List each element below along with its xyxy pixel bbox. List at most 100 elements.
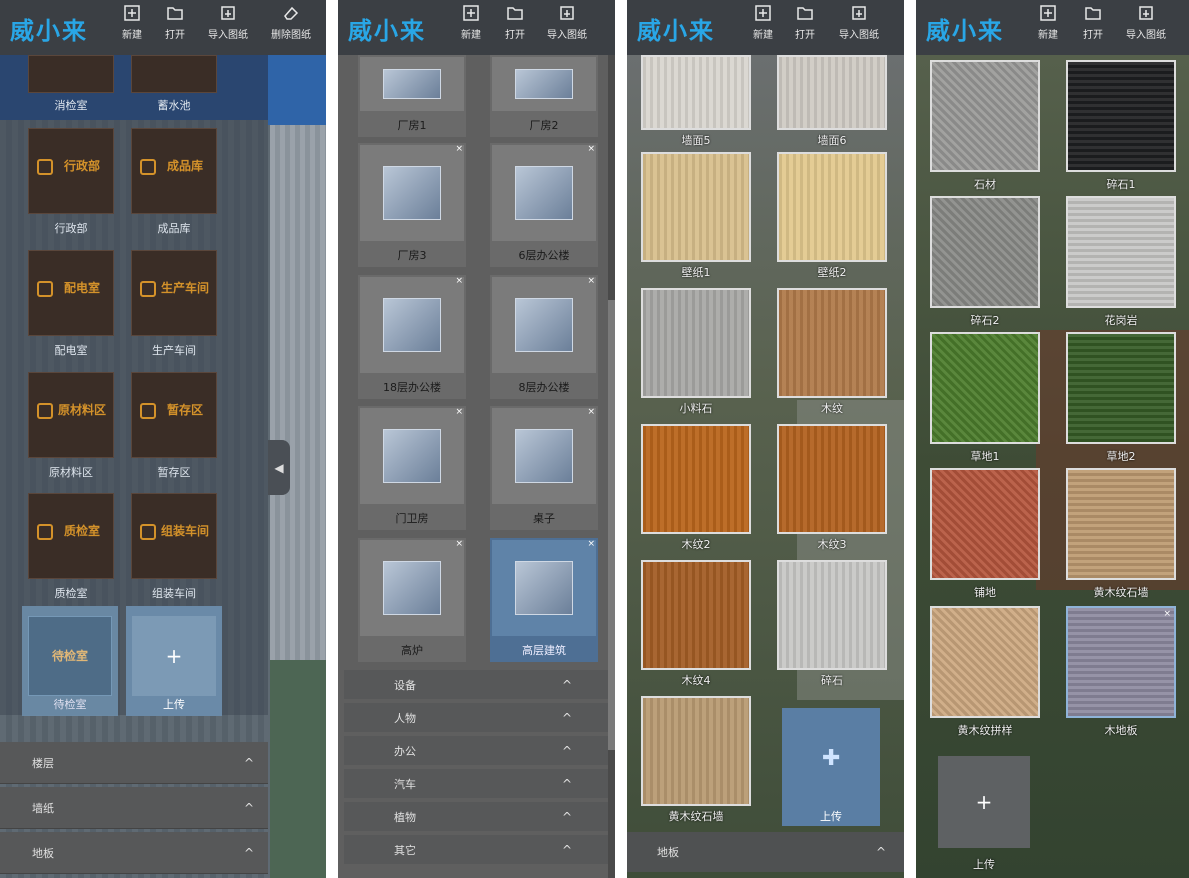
close-icon[interactable]: × (587, 407, 595, 417)
section-header[interactable]: 人物 ^ (344, 703, 608, 732)
section-header[interactable]: 办公 ^ (344, 736, 608, 765)
sign-card[interactable]: 成品库 (131, 128, 217, 214)
texture-tile[interactable] (777, 55, 887, 130)
sign-card[interactable]: 组装车间 (131, 493, 217, 579)
model-label: 门卫房 (395, 512, 429, 525)
new-icon (1040, 5, 1056, 21)
model-card[interactable]: × 8层办公楼 (490, 275, 598, 399)
texture-tile[interactable] (930, 332, 1040, 444)
texture-label: 壁纸2 (817, 266, 847, 279)
texture-tile[interactable] (1066, 196, 1176, 308)
section-label: 人物 (394, 711, 416, 725)
collapse-handle[interactable]: ◀ (268, 440, 290, 495)
texture-tile[interactable] (930, 60, 1040, 172)
close-icon[interactable]: × (587, 144, 595, 154)
model-card[interactable]: × 门卫房 (358, 406, 466, 530)
model-card[interactable]: × 18层办公楼 (358, 275, 466, 399)
section-header[interactable]: 设备 ^ (344, 670, 608, 699)
chevron-up-icon: ^ (561, 710, 572, 725)
sign-card[interactable]: 行政部 (28, 128, 114, 214)
open-button[interactable]: 打开 (145, 4, 205, 41)
model-label: 高炉 (401, 644, 423, 657)
sign-card[interactable]: 暂存区 (131, 372, 217, 458)
texture-tile[interactable] (641, 696, 751, 806)
model-card[interactable]: 厂房2 (490, 55, 598, 137)
texture-tile[interactable] (641, 560, 751, 670)
sign-card[interactable]: 原材料区 (28, 372, 114, 458)
import-button[interactable]: 导入图纸 (537, 4, 597, 41)
selected-sign-text: 待检室 (51, 649, 88, 663)
open-button[interactable]: 打开 (775, 4, 835, 41)
import-button[interactable]: 导入图纸 (1116, 4, 1176, 41)
delete-button[interactable]: 删除图纸 (261, 4, 321, 41)
import-button[interactable]: 导入图纸 (829, 4, 889, 41)
texture-tile[interactable] (641, 424, 751, 534)
section-header[interactable]: 墙纸 ^ (0, 787, 268, 829)
close-icon[interactable]: × (455, 407, 463, 417)
model-card[interactable]: 厂房1 (358, 55, 466, 137)
upload-button[interactable]: + 上传 (126, 606, 222, 716)
close-icon[interactable]: × (587, 539, 595, 549)
texture-tile[interactable] (1066, 60, 1176, 172)
upload-tile[interactable]: + 上传 (938, 756, 1030, 878)
model-card[interactable]: × 6层办公楼 (490, 143, 598, 267)
close-icon[interactable]: × (455, 144, 463, 154)
open-button[interactable]: 打开 (485, 4, 545, 41)
chevron-up-icon: ^ (561, 776, 572, 791)
upload-tile[interactable]: ✚ 上传 (782, 708, 880, 826)
close-icon[interactable]: × (455, 539, 463, 549)
close-icon[interactable]: × (587, 276, 595, 286)
texture-label: 草地2 (1106, 450, 1136, 463)
selected-item[interactable]: 待检室 待检室 (22, 606, 118, 716)
section-header[interactable]: 植物 ^ (344, 802, 608, 831)
section-label: 墙纸 (32, 801, 54, 815)
section-header[interactable]: 汽车 ^ (344, 769, 608, 798)
texture-label: 木纹3 (817, 538, 847, 551)
model-card[interactable]: × 厂房3 (358, 143, 466, 267)
app-logo: 威小来 (348, 17, 426, 45)
texture-tile[interactable] (930, 606, 1040, 718)
sign-top-1[interactable] (28, 55, 114, 93)
model-thumbnail (492, 540, 596, 636)
close-icon[interactable]: × (455, 276, 463, 286)
texture-tile[interactable] (641, 55, 751, 130)
sign-label: 组装车间 (152, 587, 196, 600)
texture-label: 黄木纹石墙 (668, 810, 724, 823)
open-button[interactable]: 打开 (1063, 4, 1123, 41)
section-header[interactable]: 楼层 ^ (0, 742, 268, 784)
texture-tile[interactable]: × (1066, 606, 1176, 718)
sign-card[interactable]: 配电室 (28, 250, 114, 336)
folder-icon (507, 7, 523, 20)
import-label: 导入图纸 (547, 30, 587, 41)
sign-top-2[interactable] (131, 55, 217, 93)
texture-tile[interactable] (930, 468, 1040, 580)
section-floor[interactable]: 地板 ^ (627, 832, 904, 872)
texture-tile[interactable] (777, 288, 887, 398)
model-card[interactable]: × 桌子 (490, 406, 598, 530)
texture-tile[interactable] (641, 288, 751, 398)
scrollbar-thumb[interactable] (608, 300, 615, 750)
model-card[interactable]: × 高炉 (358, 538, 466, 662)
texture-tile[interactable] (641, 152, 751, 262)
texture-tile[interactable] (930, 196, 1040, 308)
close-icon[interactable]: × (1163, 609, 1171, 619)
import-icon (852, 6, 866, 20)
model-shape (514, 68, 574, 100)
import-button[interactable]: 导入图纸 (198, 4, 258, 41)
texture-tile[interactable] (1066, 332, 1176, 444)
selected-sign: 待检室 (28, 616, 112, 696)
texture-tile[interactable] (1066, 468, 1176, 580)
model-card[interactable]: × 高层建筑 (490, 538, 598, 662)
model-thumbnail (492, 277, 596, 373)
sign-card[interactable]: 生产车间 (131, 250, 217, 336)
sign-card[interactable]: 质检室 (28, 493, 114, 579)
texture-tile[interactable] (777, 152, 887, 262)
sign-text: 组装车间 (160, 524, 209, 538)
model-label: 厂房2 (529, 119, 559, 132)
section-header[interactable]: 地板 ^ (0, 832, 268, 874)
texture-label: 花岗岩 (1104, 314, 1138, 327)
section-header[interactable]: 其它 ^ (344, 835, 608, 864)
texture-tile[interactable] (777, 424, 887, 534)
texture-tile[interactable] (777, 560, 887, 670)
chevron-up-icon: ^ (875, 845, 886, 859)
